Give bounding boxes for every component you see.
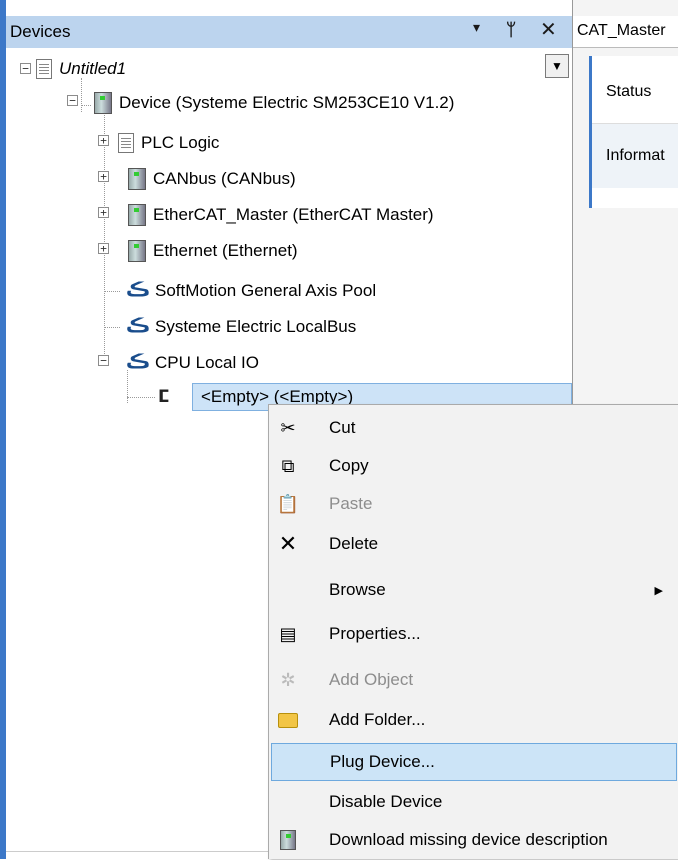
tree-node-label: SoftMotion General Axis Pool <box>155 281 377 300</box>
menu-item-label: Plug Device... <box>330 752 435 771</box>
menu-item-label: Cut <box>329 418 356 437</box>
panel-menu-dropdown-icon[interactable]: ▾ <box>473 19 480 36</box>
menu-item-label: Browse <box>329 580 386 599</box>
tree-node-canbus[interactable]: CANbus (CANbus) <box>128 164 296 194</box>
properties-icon: ▤ <box>279 623 297 644</box>
expand-toggle[interactable]: + <box>98 243 109 254</box>
tree-connector <box>104 327 120 328</box>
menu-item-add-object[interactable]: ✲ Add Object <box>271 661 677 699</box>
plug-slot-icon-wrap: ⵎ <box>158 382 187 412</box>
tree-node-project[interactable]: Untitled1 <box>36 54 126 84</box>
menu-item-label: Properties... <box>329 624 421 643</box>
menu-item-paste[interactable]: 📋 Paste <box>271 485 677 523</box>
tree-node-plc-logic[interactable]: PLC Logic <box>118 128 219 158</box>
tree-connector <box>127 397 155 398</box>
menu-item-label: Copy <box>329 456 369 475</box>
menu-item-delete[interactable]: ✕ Delete <box>271 525 677 563</box>
menu-item-copy[interactable]: ⧉ Copy <box>271 447 677 485</box>
project-icon <box>36 59 52 79</box>
menu-item-add-folder[interactable]: Add Folder... <box>271 701 677 739</box>
tree-node-label: Ethernet (Ethernet) <box>153 241 298 260</box>
menu-item-disable-device[interactable]: Disable Device <box>271 783 677 821</box>
tree-connector <box>104 291 120 292</box>
menu-item-download-device-description[interactable]: Download missing device description <box>271 821 677 859</box>
tree-connector <box>81 105 91 106</box>
device-icon <box>128 204 146 226</box>
paste-icon: 📋 <box>276 493 300 514</box>
editor-tab-label: CAT_Master <box>577 22 666 39</box>
tree-node-label: Untitled1 <box>59 59 127 78</box>
tree-node-device[interactable]: Device (Systeme Electric SM253CE10 V1.2) <box>94 88 454 118</box>
context-menu: ✂ Cut ⧉ Copy 📋 Paste ✕ Delete Browse ▶ ▤… <box>268 404 678 859</box>
menu-item-label: Paste <box>329 494 373 513</box>
menu-item-label: Add Object <box>329 670 414 689</box>
copy-icon: ⧉ <box>281 455 295 476</box>
expand-toggle[interactable]: + <box>98 135 109 146</box>
device-icon <box>94 92 112 114</box>
pin-icon[interactable]: ᛘ <box>506 20 516 40</box>
close-icon[interactable]: ✕ <box>540 17 557 42</box>
collapse-toggle[interactable]: − <box>67 95 78 106</box>
submenu-arrow-icon: ▶ <box>654 584 663 597</box>
devices-panel-header: Devices ▾ ᛘ ✕ <box>6 16 572 48</box>
menu-item-label: Download missing device description <box>329 830 608 849</box>
tree-node-label: PLC Logic <box>141 133 220 152</box>
menu-item-label: Delete <box>329 534 379 553</box>
device-icon <box>128 168 146 190</box>
plug-slot-icon: ⵎ <box>158 387 170 406</box>
expand-toggle[interactable]: + <box>98 207 109 218</box>
device-icon <box>128 240 146 262</box>
tree-node-label: EtherCAT_Master (EtherCAT Master) <box>153 205 434 224</box>
tree-node-cpu-local-io[interactable]: ڪ CPU Local IO <box>126 348 259 378</box>
bus-icon: ڪ <box>126 352 151 373</box>
device-icon <box>277 829 299 851</box>
menu-item-browse[interactable]: Browse ▶ <box>271 571 677 609</box>
menu-item-properties[interactable]: ▤ Properties... <box>271 615 677 653</box>
bus-icon: ڪ <box>126 280 151 301</box>
editor-tab[interactable]: CAT_Master <box>573 16 678 48</box>
add-object-icon: ✲ <box>280 669 296 690</box>
tree-node-label: Device (Systeme Electric SM253CE10 V1.2) <box>119 93 455 112</box>
delete-icon: ✕ <box>278 531 298 556</box>
bus-icon: ڪ <box>126 316 151 337</box>
tree-node-label: Systeme Electric LocalBus <box>155 317 357 336</box>
menu-item-label: Disable Device <box>329 792 443 811</box>
tab-status[interactable]: Status <box>592 60 678 124</box>
collapse-toggle[interactable]: − <box>20 63 31 74</box>
tab-information[interactable]: Informat <box>592 124 678 188</box>
tree-node-label: CPU Local IO <box>155 353 259 372</box>
devices-panel-title: Devices <box>10 22 71 41</box>
plc-logic-icon <box>118 133 134 153</box>
tree-node-localbus[interactable]: ڪ Systeme Electric LocalBus <box>126 312 356 342</box>
tree-node-ethercat-master[interactable]: EtherCAT_Master (EtherCAT Master) <box>128 200 434 230</box>
scissors-icon: ✂ <box>280 417 296 438</box>
menu-item-label: Add Folder... <box>329 710 426 729</box>
menu-item-plug-device[interactable]: Plug Device... <box>271 743 677 781</box>
tree-node-ethernet[interactable]: Ethernet (Ethernet) <box>128 236 298 266</box>
expand-toggle[interactable]: + <box>98 171 109 182</box>
collapse-toggle[interactable]: − <box>98 355 109 366</box>
editor-side-tabs: Status Informat <box>589 56 678 208</box>
folder-icon <box>277 709 299 731</box>
tree-dropdown-button[interactable]: ▼ <box>545 54 569 78</box>
tree-node-label: CANbus (CANbus) <box>153 169 296 188</box>
tree-node-softmotion[interactable]: ڪ SoftMotion General Axis Pool <box>126 276 376 306</box>
menu-item-cut[interactable]: ✂ Cut <box>271 409 677 447</box>
